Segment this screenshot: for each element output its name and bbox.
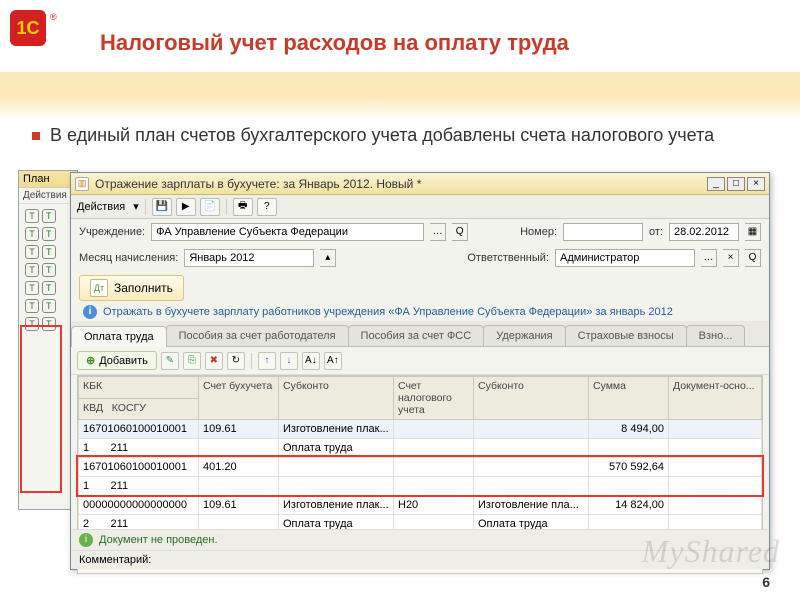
post-icon[interactable]: ▶: [176, 198, 196, 216]
tab-strip: Оплата труда Пособия за счет работодател…: [71, 321, 769, 347]
col-tax-account[interactable]: Счет налогового учета: [394, 377, 474, 420]
org-field[interactable]: ФА Управление Субъекта Федерации: [151, 223, 424, 241]
page-number: 6: [762, 574, 770, 590]
number-field[interactable]: [563, 223, 643, 241]
table-row[interactable]: 1 211: [79, 477, 762, 496]
tab-more[interactable]: Взно...: [686, 325, 746, 346]
account-type-icon: T: [25, 245, 39, 259]
month-up-button[interactable]: ▴: [320, 249, 336, 267]
col-account[interactable]: Счет бухучета: [199, 377, 279, 420]
table-row[interactable]: 16701060100010001109.61Изготовление плак…: [79, 420, 762, 439]
resp-field[interactable]: Администратор: [555, 249, 695, 267]
save-icon[interactable]: 💾: [152, 198, 172, 216]
plan-window-title: План: [19, 171, 77, 188]
copy-icon[interactable]: ⎘: [183, 352, 201, 370]
status-icon: i: [79, 533, 93, 547]
resp-label: Ответственный:: [467, 252, 549, 264]
account-type-icon: T: [42, 317, 56, 331]
selected-cell: [394, 420, 474, 439]
fill-button[interactable]: Дт Заполнить: [79, 275, 184, 301]
col-kvd-kosgu[interactable]: КВД КОСГУ: [79, 398, 199, 420]
maximize-button[interactable]: □: [727, 177, 745, 191]
grid-toolbar: ⊕Добавить ✎ ⎘ ✖ ↻ ↑ ↓ A↓ A↑: [71, 347, 769, 375]
payroll-reflection-window: ▥ Отражение зарплаты в бухучете: за Янва…: [70, 172, 770, 570]
slide-title: Налоговый учет расходов на оплату труда: [100, 30, 569, 56]
print-icon[interactable]: 🖶: [233, 198, 253, 216]
tab-deductions[interactable]: Удержания: [483, 325, 565, 346]
month-label: Месяц начисления:: [79, 252, 178, 264]
bullet-marker-icon: [32, 132, 40, 140]
date-field[interactable]: 28.02.2012: [669, 223, 739, 241]
add-row-button[interactable]: ⊕Добавить: [77, 351, 157, 370]
date-label: от:: [649, 226, 663, 238]
resp-open-button[interactable]: Q: [745, 249, 761, 267]
tab-employer-benefits[interactable]: Пособия за счет работодателя: [166, 325, 349, 346]
plan-window: План Действия T T T T T T T T T T T T T …: [18, 170, 78, 510]
delete-icon[interactable]: ✖: [205, 352, 223, 370]
org-clear-button[interactable]: Q: [452, 223, 468, 241]
resp-select-button[interactable]: …: [701, 249, 717, 267]
account-type-icon: T: [42, 227, 56, 241]
document-icon: ▥: [75, 177, 89, 191]
minimize-button[interactable]: _: [707, 177, 725, 191]
help-icon[interactable]: ?: [257, 198, 277, 216]
account-type-icon: T: [25, 227, 39, 241]
col-doc[interactable]: Документ-осно...: [669, 377, 762, 420]
sort-asc-icon[interactable]: A↓: [302, 352, 320, 370]
actions-menu[interactable]: Действия: [77, 201, 125, 213]
plus-icon: ⊕: [86, 354, 95, 367]
move-up-icon[interactable]: ↑: [258, 352, 276, 370]
account-type-icon: T: [25, 209, 39, 223]
number-label: Номер:: [520, 226, 557, 238]
org-label: Учреждение:: [79, 226, 145, 238]
table-row[interactable]: 1 211Оплата труда: [79, 439, 762, 458]
window-title: Отражение зарплаты в бухучете: за Январь…: [95, 177, 705, 191]
account-type-icon: T: [25, 281, 39, 295]
date-picker-button[interactable]: ▦: [745, 223, 761, 241]
table-row[interactable]: 16701060100010001401.20570 592,64: [79, 458, 762, 477]
col-kbk[interactable]: КБК: [79, 377, 199, 399]
refresh-icon[interactable]: ↻: [227, 352, 245, 370]
account-type-icon: T: [42, 245, 56, 259]
logo-1c: 1C®: [10, 10, 60, 60]
account-type-icon: T: [42, 281, 56, 295]
watermark: MyShared: [642, 533, 780, 570]
tab-fss-benefits[interactable]: Пособия за счет ФСС: [348, 325, 485, 346]
sort-desc-icon[interactable]: A↑: [324, 352, 342, 370]
tab-insurance[interactable]: Страховые взносы: [565, 325, 687, 346]
account-type-icon: T: [42, 299, 56, 313]
tab-payroll[interactable]: Оплата труда: [71, 326, 167, 347]
resp-clear-button[interactable]: ×: [723, 249, 739, 267]
edit-icon[interactable]: ✎: [161, 352, 179, 370]
move-down-icon[interactable]: ↓: [280, 352, 298, 370]
account-type-icon: T: [25, 317, 39, 331]
account-type-icon: T: [25, 299, 39, 313]
info-text: i Отражать в бухучете зарплату работнико…: [83, 305, 673, 319]
status-text: Документ не проведен.: [99, 534, 218, 546]
close-button[interactable]: ×: [747, 177, 765, 191]
org-select-button[interactable]: …: [430, 223, 446, 241]
col-sum[interactable]: Сумма: [589, 377, 669, 420]
account-type-icon: T: [42, 209, 56, 223]
table-row[interactable]: 00000000000000000109.61Изготовление плак…: [79, 496, 762, 515]
plan-actions-label[interactable]: Действия: [19, 188, 77, 204]
bullet-1: В единый план счетов бухгалтерского учет…: [32, 125, 752, 146]
comment-label: Комментарий:: [79, 554, 151, 566]
window-titlebar[interactable]: ▥ Отражение зарплаты в бухучете: за Янва…: [71, 173, 769, 195]
info-icon: i: [83, 305, 97, 319]
main-toolbar: Действия▾ 💾 ▶ 📄 🖶 ?: [71, 195, 769, 219]
fill-icon: Дт: [90, 279, 108, 297]
account-type-icon: T: [42, 263, 56, 277]
report-icon[interactable]: 📄: [200, 198, 220, 216]
col-subconto2[interactable]: Субконто: [474, 377, 589, 420]
col-subconto1[interactable]: Субконто: [279, 377, 394, 420]
month-field[interactable]: Январь 2012: [184, 249, 314, 267]
account-type-icon: T: [25, 263, 39, 277]
